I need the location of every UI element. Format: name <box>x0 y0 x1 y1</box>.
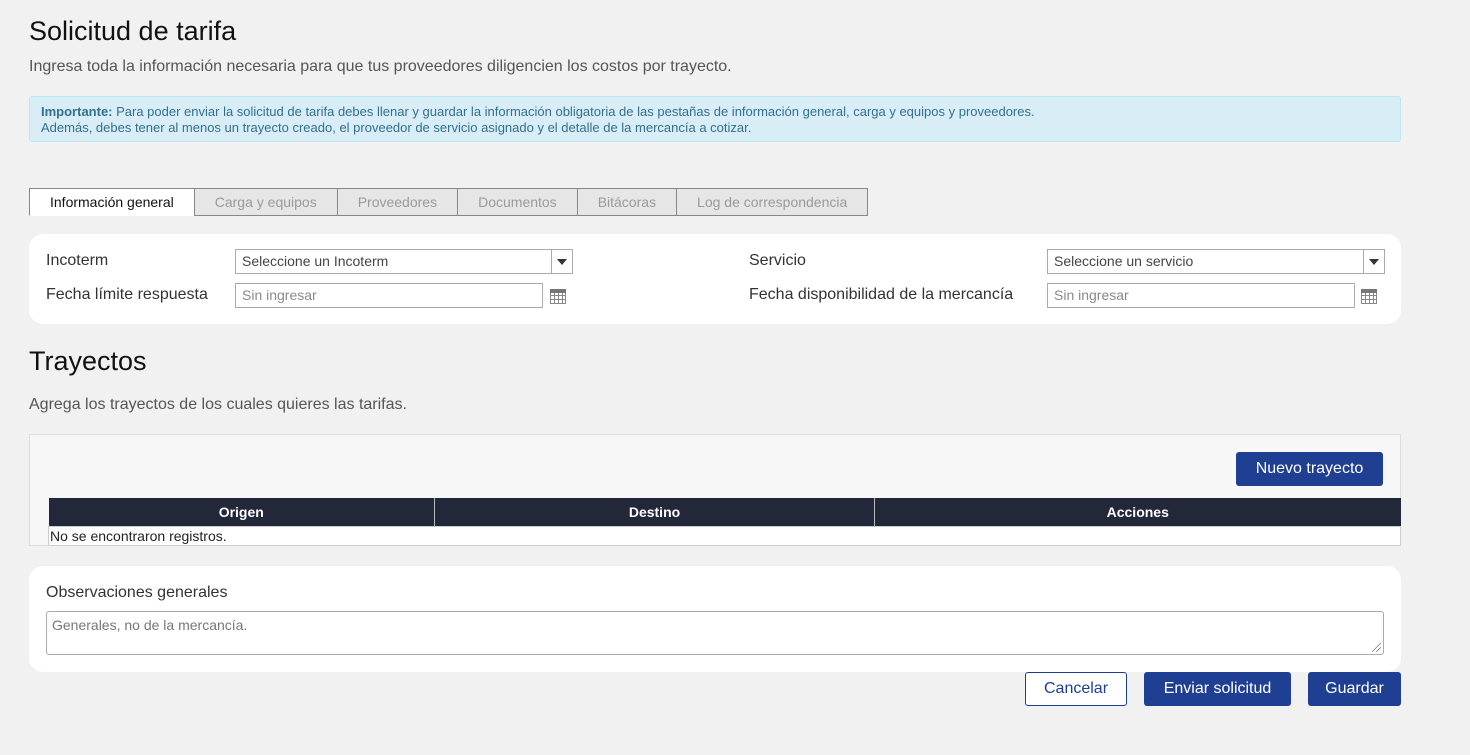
alert-label: Importante: <box>41 104 113 119</box>
save-button[interactable]: Guardar <box>1308 672 1401 706</box>
tab-bitacoras[interactable]: Bitácoras <box>576 188 678 216</box>
nuevo-trayecto-button[interactable]: Nuevo trayecto <box>1236 452 1383 486</box>
tab-carga-y-equipos[interactable]: Carga y equipos <box>193 188 338 216</box>
incoterm-select[interactable]: Seleccione un Incoterm <box>235 249 573 274</box>
observaciones-placeholder: Generales, no de la mercancía. <box>52 617 248 633</box>
column-header-destino[interactable]: Destino <box>434 498 875 526</box>
trayectos-panel: Nuevo trayecto Origen Destino Acciones N… <box>29 434 1401 546</box>
fecha-limite-input[interactable]: Sin ingresar <box>235 283 543 308</box>
trayectos-subtitle: Agrega los trayectos de los cuales quier… <box>29 396 407 413</box>
trayectos-table: Origen Destino Acciones No se encontraro… <box>48 498 1401 546</box>
general-info-card: Incoterm Seleccione un Incoterm Servicio… <box>29 234 1401 324</box>
alert-text-1: Para poder enviar la solicitud de tarifa… <box>112 104 1035 119</box>
table-row: No se encontraron registros. <box>48 525 1401 546</box>
tab-bar: Información general Carga y equipos Prov… <box>29 188 869 216</box>
tab-informacion-general[interactable]: Información general <box>29 188 195 216</box>
column-header-acciones: Acciones <box>874 498 1401 526</box>
info-alert: Importante: Para poder enviar la solicit… <box>29 96 1401 142</box>
incoterm-select-value: Seleccione un Incoterm <box>242 253 389 269</box>
chevron-down-icon[interactable] <box>551 250 572 273</box>
fecha-disponibilidad-label: Fecha disponibilidad de la mercancía <box>749 286 1014 303</box>
incoterm-label: Incoterm <box>46 252 109 269</box>
page-subtitle: Ingresa toda la información necesaria pa… <box>29 58 732 75</box>
empty-table-message: No se encontraron registros. <box>48 525 1401 546</box>
observaciones-card: Observaciones generales Generales, no de… <box>29 566 1401 672</box>
observaciones-label: Observaciones generales <box>46 584 228 601</box>
observaciones-textarea[interactable]: Generales, no de la mercancía. <box>46 611 1384 655</box>
calendar-icon[interactable] <box>550 289 566 304</box>
alert-line-1: Importante: Para poder enviar la solicit… <box>41 104 1389 120</box>
send-request-button[interactable]: Enviar solicitud <box>1144 672 1291 706</box>
resize-handle-icon[interactable] <box>1372 643 1381 652</box>
page-title: Solicitud de tarifa <box>29 16 237 46</box>
fecha-limite-label: Fecha límite respuesta <box>46 286 208 303</box>
servicio-label: Servicio <box>749 252 806 269</box>
alert-line-2: Además, debes tener al menos un trayecto… <box>41 120 752 135</box>
servicio-select[interactable]: Seleccione un servicio <box>1047 249 1385 274</box>
tab-documentos[interactable]: Documentos <box>457 188 578 216</box>
trayectos-title: Trayectos <box>29 346 147 376</box>
calendar-icon[interactable] <box>1361 289 1377 304</box>
column-header-origen[interactable]: Origen <box>48 498 435 526</box>
cancel-button[interactable]: Cancelar <box>1025 672 1127 706</box>
tab-proveedores[interactable]: Proveedores <box>336 188 459 216</box>
servicio-select-value: Seleccione un servicio <box>1054 253 1194 269</box>
chevron-down-icon[interactable] <box>1363 250 1384 273</box>
tab-log-de-correspondencia[interactable]: Log de correspondencia <box>676 188 869 216</box>
fecha-disponibilidad-input[interactable]: Sin ingresar <box>1047 283 1355 308</box>
